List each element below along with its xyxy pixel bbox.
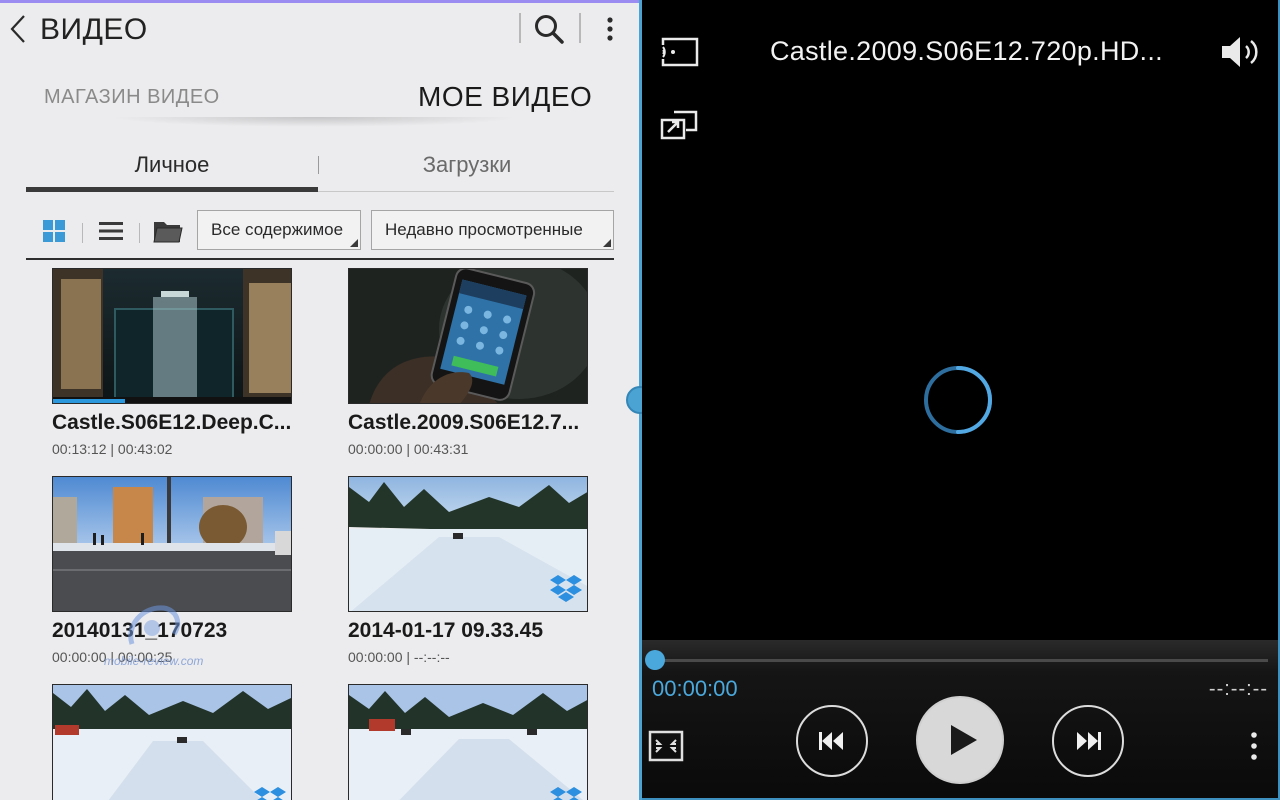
- dropbox-icon: [254, 787, 286, 800]
- video-thumbnail: [348, 268, 588, 404]
- current-time: 00:00:00: [652, 676, 738, 701]
- dropdown-corner-icon: [350, 239, 358, 247]
- search-icon: [535, 15, 564, 44]
- video-thumbnail: [348, 684, 588, 800]
- watch-progress-bar: [53, 399, 125, 403]
- back-button[interactable]: [6, 11, 32, 47]
- volume-icon: [1222, 37, 1258, 67]
- tab-personal[interactable]: Личное: [26, 140, 318, 192]
- content-filter-label: Все содержимое: [211, 220, 344, 239]
- video-title: Castle.S06E12.Deep.C...: [52, 411, 292, 434]
- sort-dropdown[interactable]: Недавно просмотренные: [371, 210, 614, 250]
- video-duration: 00:00:00 | 00:00:25: [52, 649, 173, 665]
- grid-view-icon: [43, 220, 65, 242]
- video-duration: 00:00:00 | --:--:--: [348, 649, 450, 665]
- player-menu-button[interactable]: [1242, 728, 1266, 764]
- screen-fit-button[interactable]: [648, 730, 684, 762]
- popup-play-icon: [660, 110, 698, 140]
- video-thumbnail: [52, 476, 292, 612]
- content-filter-dropdown[interactable]: Все содержимое: [197, 210, 361, 250]
- grid-view-button[interactable]: [42, 219, 66, 248]
- toolbar-divider: [26, 258, 614, 260]
- cast-icon: [660, 37, 699, 67]
- skip-previous-icon: [819, 732, 843, 750]
- tab-downloads[interactable]: Загрузки: [320, 140, 614, 192]
- volume-button[interactable]: [1218, 34, 1262, 70]
- app-title: ВИДЕО: [40, 13, 148, 46]
- video-thumbnail: [52, 268, 292, 404]
- toolbar-separator: [139, 223, 140, 243]
- app-bar: ВИДЕО: [0, 3, 639, 55]
- playback-controls: 00:00:00 --:--:--: [642, 640, 1278, 798]
- dropbox-icon: [550, 575, 582, 602]
- play-button[interactable]: [916, 696, 1004, 784]
- tab-shadow: [110, 117, 520, 127]
- folder-view-button[interactable]: [153, 218, 183, 249]
- sort-label: Недавно просмотренные: [385, 220, 583, 239]
- tab-my-video[interactable]: МОЕ ВИДЕО: [418, 81, 592, 113]
- more-vert-icon: [1251, 732, 1257, 760]
- video-duration: 00:13:12 | 00:43:02: [52, 441, 173, 457]
- video-thumbnail: [52, 684, 292, 800]
- skip-next-icon: [1077, 732, 1101, 750]
- dropbox-icon: [550, 787, 582, 800]
- seek-bar[interactable]: [654, 659, 1268, 662]
- sub-tabs: Личное Загрузки: [26, 140, 614, 194]
- tab-video-store[interactable]: МАГАЗИН ВИДЕО: [44, 86, 220, 109]
- tab-indicator: [26, 187, 318, 192]
- video-title: Castle.2009.S06E12.7...: [348, 411, 580, 434]
- screen-mirroring-button[interactable]: [660, 36, 700, 68]
- play-icon: [951, 725, 977, 755]
- next-button[interactable]: [1052, 705, 1124, 777]
- folder-icon: [153, 222, 183, 243]
- previous-button[interactable]: [796, 705, 868, 777]
- video-title: 2014-01-17 09.33.45: [348, 619, 543, 642]
- video-grid: Castle.S06E12.Deep.C... 00:13:12 | 00:43…: [52, 268, 592, 800]
- fit-screen-icon: [648, 730, 684, 762]
- view-toolbar: Все содержимое Недавно просмотренные: [26, 205, 614, 261]
- video-thumbnail: [348, 476, 588, 612]
- more-vert-icon: [607, 17, 613, 41]
- video-duration: 00:00:00 | 00:43:31: [348, 441, 469, 457]
- tab-separator: [318, 156, 319, 174]
- chevron-left-icon: [10, 15, 25, 43]
- toolbar-separator: [82, 223, 83, 243]
- loading-spinner-icon: [922, 364, 994, 436]
- video-player-pane: Castle.2009.S06E12.720p.HD... 00:00:00 -…: [642, 0, 1280, 800]
- dropdown-corner-icon: [603, 239, 611, 247]
- search-button[interactable]: [531, 11, 567, 47]
- player-title: Castle.2009.S06E12.720p.HD...: [770, 36, 1163, 66]
- video-title: 20140131_170723: [52, 619, 228, 642]
- video-library-pane: ВИДЕО МАГАЗИН ВИДЕО МОЕ ВИДЕО Личное Заг…: [0, 0, 639, 800]
- total-time: --:--:--: [1208, 678, 1268, 700]
- more-options-button[interactable]: [598, 13, 622, 47]
- appbar-divider: [579, 13, 581, 43]
- seek-thumb[interactable]: [645, 650, 665, 670]
- list-view-icon: [99, 222, 123, 240]
- appbar-divider: [519, 13, 521, 43]
- list-view-button[interactable]: [99, 219, 123, 248]
- popup-player-button[interactable]: [660, 108, 700, 142]
